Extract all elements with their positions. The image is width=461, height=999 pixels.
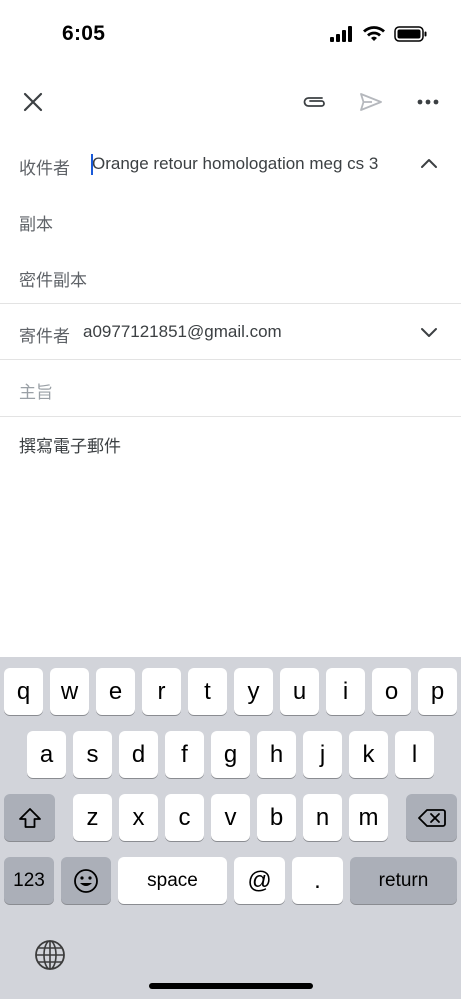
close-button[interactable] [11, 78, 55, 126]
key-e[interactable]: e [96, 668, 135, 715]
key-u[interactable]: u [280, 668, 319, 715]
cc-label: 副本 [19, 215, 53, 234]
status-bar: 6:05 [0, 0, 461, 64]
subject-row[interactable]: 主旨 [0, 365, 461, 413]
bcc-label: 密件副本 [19, 271, 87, 290]
key-r[interactable]: r [142, 668, 181, 715]
paperclip-icon [303, 97, 325, 107]
close-icon [23, 92, 43, 112]
attach-button[interactable] [293, 78, 337, 126]
cellular-signal-icon [330, 26, 352, 42]
at-key[interactable]: @ [234, 857, 285, 904]
divider [0, 303, 461, 304]
emoji-icon [74, 868, 98, 893]
numbers-key[interactable]: 123 [4, 857, 54, 904]
bcc-row[interactable]: 密件副本 [0, 252, 461, 300]
body-field[interactable]: 撰寫電子郵件 [19, 432, 121, 457]
body-area[interactable]: 撰寫電子郵件 [0, 420, 461, 650]
key-v[interactable]: v [211, 794, 250, 841]
key-t[interactable]: t [188, 668, 227, 715]
key-f[interactable]: f [165, 731, 204, 778]
send-icon [360, 93, 382, 111]
key-n[interactable]: n [303, 794, 342, 841]
shift-key[interactable] [4, 794, 55, 841]
to-label: 收件者 [19, 159, 70, 178]
to-field[interactable]: Orange retour homologation meg cs 3 [92, 154, 378, 174]
key-s[interactable]: s [73, 731, 112, 778]
key-p[interactable]: p [418, 668, 457, 715]
key-w[interactable]: w [50, 668, 89, 715]
key-b[interactable]: b [257, 794, 296, 841]
key-q[interactable]: q [4, 668, 43, 715]
key-m[interactable]: m [349, 794, 388, 841]
return-key[interactable]: return [350, 857, 457, 904]
wifi-icon [363, 26, 385, 41]
key-k[interactable]: k [349, 731, 388, 778]
key-h[interactable]: h [257, 731, 296, 778]
from-field[interactable]: a0977121851@gmail.com [83, 322, 282, 342]
key-l[interactable]: l [395, 731, 434, 778]
chevron-down-icon[interactable] [419, 322, 439, 342]
divider [0, 359, 461, 360]
text-cursor [91, 154, 93, 175]
key-z[interactable]: z [73, 794, 112, 841]
backspace-icon [417, 808, 446, 827]
status-time: 6:05 [62, 22, 106, 45]
more-options-button[interactable] [406, 78, 450, 126]
from-label: 寄件者 [19, 327, 70, 346]
more-horizontal-icon [417, 99, 439, 105]
delete-key[interactable] [406, 794, 457, 841]
space-key[interactable]: space [118, 857, 227, 904]
key-d[interactable]: d [119, 731, 158, 778]
shift-icon [18, 807, 41, 828]
key-c[interactable]: c [165, 794, 204, 841]
chevron-up-icon[interactable] [419, 154, 439, 174]
key-i[interactable]: i [326, 668, 365, 715]
key-j[interactable]: j [303, 731, 342, 778]
cc-row[interactable]: 副本 [0, 196, 461, 244]
subject-field[interactable]: 主旨 [19, 378, 53, 403]
key-x[interactable]: x [119, 794, 158, 841]
keyboard: q w e r t y u i o p a s d f g h j k l z … [0, 657, 461, 999]
from-row[interactable]: 寄件者 a0977121851@gmail.com [0, 309, 461, 357]
battery-icon [394, 26, 427, 42]
key-o[interactable]: o [372, 668, 411, 715]
to-row[interactable]: 收件者 Orange retour homologation meg cs 3 [0, 140, 461, 188]
dot-key[interactable]: . [292, 857, 343, 904]
key-y[interactable]: y [234, 668, 273, 715]
compose-toolbar [0, 78, 461, 126]
status-icons [330, 24, 428, 44]
key-g[interactable]: g [211, 731, 250, 778]
globe-button[interactable] [31, 936, 69, 974]
home-indicator [149, 983, 313, 989]
emoji-key[interactable] [61, 857, 111, 904]
key-a[interactable]: a [27, 731, 66, 778]
send-button[interactable] [349, 78, 393, 126]
divider [0, 416, 461, 417]
globe-icon [35, 940, 65, 970]
